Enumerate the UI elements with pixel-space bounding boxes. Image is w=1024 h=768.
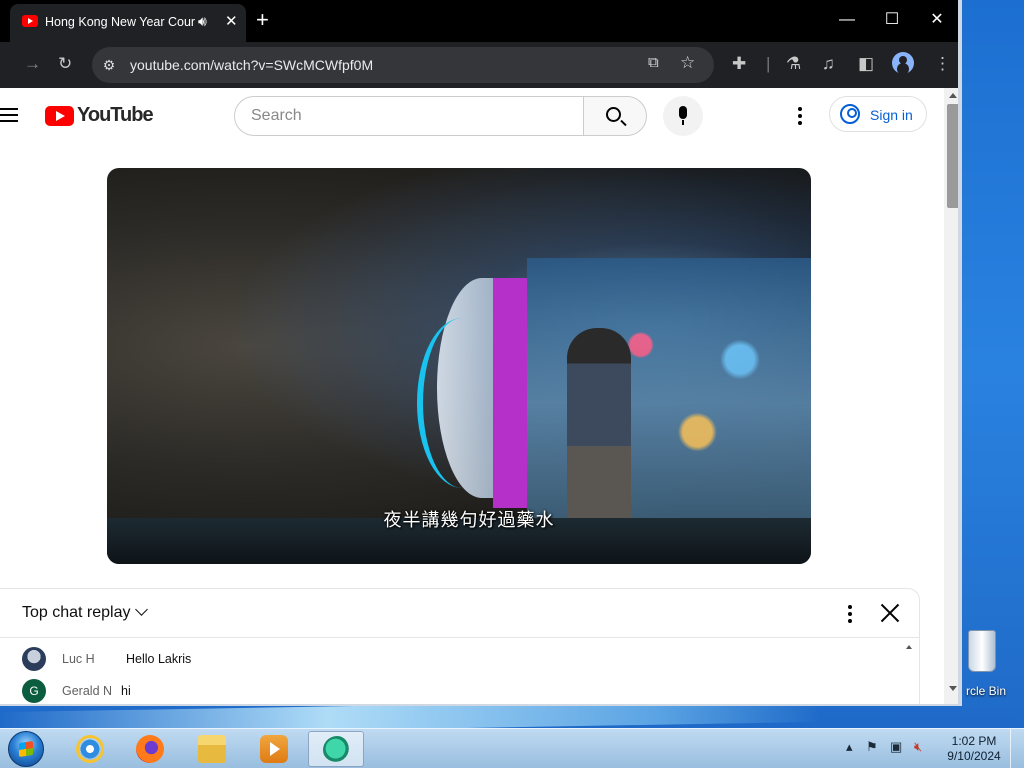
close-chat-icon[interactable] xyxy=(880,603,900,623)
labs-icon[interactable]: ⚗ xyxy=(786,53,801,75)
scrollbar-thumb[interactable] xyxy=(947,104,958,208)
address-bar[interactable]: ⚙ youtube.com/watch?v=SWcMCWfpf0M ⧉ ☆ xyxy=(92,47,714,83)
browser-menu-icon[interactable]: ⋮ xyxy=(934,53,951,75)
chat-author[interactable]: Luc H xyxy=(62,652,95,666)
chat-app-icon xyxy=(323,736,351,764)
chat-header: Top chat replay xyxy=(0,589,920,638)
account-circle-icon xyxy=(840,104,860,124)
sign-in-button[interactable]: Sign in xyxy=(829,96,927,132)
recycle-bin-label[interactable]: rcle Bin xyxy=(966,684,1006,698)
menu-hamburger-icon[interactable] xyxy=(0,108,18,122)
youtube-page: YouTube Sign in 夜半 xyxy=(0,88,944,704)
youtube-wordmark: YouTube xyxy=(77,104,154,126)
search-box[interactable] xyxy=(234,96,584,136)
live-chat-panel: Top chat replay Luc H Hello Lakris G Ger… xyxy=(0,588,920,704)
taskbar-media-player[interactable] xyxy=(246,731,302,767)
search-icon xyxy=(606,107,621,122)
chat-text: Hello Lakris xyxy=(126,652,192,666)
page-scrollbar[interactable] xyxy=(944,88,958,704)
chat-scroll-up-icon[interactable] xyxy=(906,645,912,649)
show-desktop-button[interactable] xyxy=(1010,729,1024,768)
chat-mode-dropdown[interactable]: Top chat replay xyxy=(22,604,131,622)
scroll-down-arrow-icon[interactable] xyxy=(949,686,957,691)
maximize-button[interactable]: ☐ xyxy=(869,6,915,34)
taskbar-internet-explorer[interactable] xyxy=(62,731,118,767)
media-control-icon[interactable]: ♫ xyxy=(822,53,835,75)
stage-neon-arc xyxy=(417,318,507,488)
show-hidden-icons-icon[interactable]: ▴ xyxy=(846,739,853,755)
taskbar-firefox[interactable] xyxy=(122,731,178,767)
youtube-header: YouTube Sign in xyxy=(0,88,944,144)
firefox-icon xyxy=(136,735,164,763)
internet-explorer-icon xyxy=(76,735,104,763)
close-window-button[interactable]: ✕ xyxy=(914,6,958,34)
minimize-button[interactable]: — xyxy=(824,6,870,34)
youtube-favicon-icon xyxy=(22,15,38,27)
volume-muted-icon[interactable]: 🔇︎ xyxy=(914,739,922,755)
voice-search-button[interactable] xyxy=(663,96,703,136)
search-button[interactable] xyxy=(583,96,647,136)
clock-time: 1:02 PM xyxy=(951,734,997,748)
tab-strip: Hong Kong New Year Cour 🔊︎ ✕ + — ☐ ✕ xyxy=(0,0,958,42)
avatar[interactable]: G xyxy=(22,679,46,703)
taskbar: ▴ ⚑ ▣ 🔇︎ 1:02 PM 9/10/2024 xyxy=(0,728,1024,768)
media-player-icon xyxy=(260,735,288,763)
tab-title[interactable]: Hong Kong New Year Cour xyxy=(45,15,195,29)
action-center-flag-icon[interactable]: ⚑ xyxy=(866,739,878,755)
browser-window: Hong Kong New Year Cour 🔊︎ ✕ + — ☐ ✕ → ↻… xyxy=(0,0,962,706)
reload-icon[interactable]: ↻ xyxy=(58,53,72,75)
extensions-icon[interactable]: ✚ xyxy=(732,53,746,75)
bookmark-star-icon[interactable]: ☆ xyxy=(680,53,695,73)
taskbar-chat-app[interactable] xyxy=(308,731,364,767)
install-app-icon[interactable]: ⧉ xyxy=(648,54,659,71)
taskbar-file-explorer[interactable] xyxy=(184,731,240,767)
scroll-up-arrow-icon[interactable] xyxy=(949,93,957,98)
new-tab-button[interactable]: + xyxy=(256,8,269,32)
url-text[interactable]: youtube.com/watch?v=SWcMCWfpf0M xyxy=(130,57,373,73)
avatar[interactable] xyxy=(22,647,46,671)
chevron-down-icon[interactable] xyxy=(135,603,148,616)
browser-toolbar: → ↻ ⚙ youtube.com/watch?v=SWcMCWfpf0M ⧉ … xyxy=(0,42,958,88)
video-subtitle: 夜半講幾句好過藥水 xyxy=(383,510,555,530)
browser-tab[interactable]: Hong Kong New Year Cour 🔊︎ ✕ xyxy=(10,4,246,42)
microphone-icon xyxy=(679,106,687,119)
recycle-bin-icon[interactable] xyxy=(968,630,996,672)
forward-icon[interactable]: → xyxy=(24,53,41,75)
sign-in-label: Sign in xyxy=(870,107,913,123)
chat-message: G Gerald N hi xyxy=(22,679,882,704)
settings-kebab-icon[interactable] xyxy=(798,107,802,125)
chat-author[interactable]: Gerald N xyxy=(62,684,112,698)
side-panel-icon[interactable]: ◧ xyxy=(858,53,874,75)
speaker-icon[interactable]: 🔊︎ xyxy=(198,13,207,30)
site-info-icon[interactable]: ⚙ xyxy=(98,54,120,76)
system-clock[interactable]: 1:02 PM 9/10/2024 xyxy=(942,734,1006,764)
toolbar-divider: | xyxy=(766,54,771,73)
chat-more-icon[interactable] xyxy=(848,605,852,626)
start-button[interactable] xyxy=(8,731,44,767)
video-player[interactable]: 夜半講幾句好過藥水 xyxy=(107,168,811,564)
profile-avatar-icon[interactable] xyxy=(892,52,914,74)
chat-message: Luc H Hello Lakris xyxy=(22,647,882,673)
chat-text: hi xyxy=(121,684,131,698)
clock-date: 9/10/2024 xyxy=(947,749,1001,763)
search-input[interactable] xyxy=(251,105,571,127)
network-icon[interactable]: ▣ xyxy=(890,739,902,755)
file-explorer-icon xyxy=(198,735,226,763)
tab-close-icon[interactable]: ✕ xyxy=(225,12,238,30)
youtube-play-icon xyxy=(45,106,74,126)
